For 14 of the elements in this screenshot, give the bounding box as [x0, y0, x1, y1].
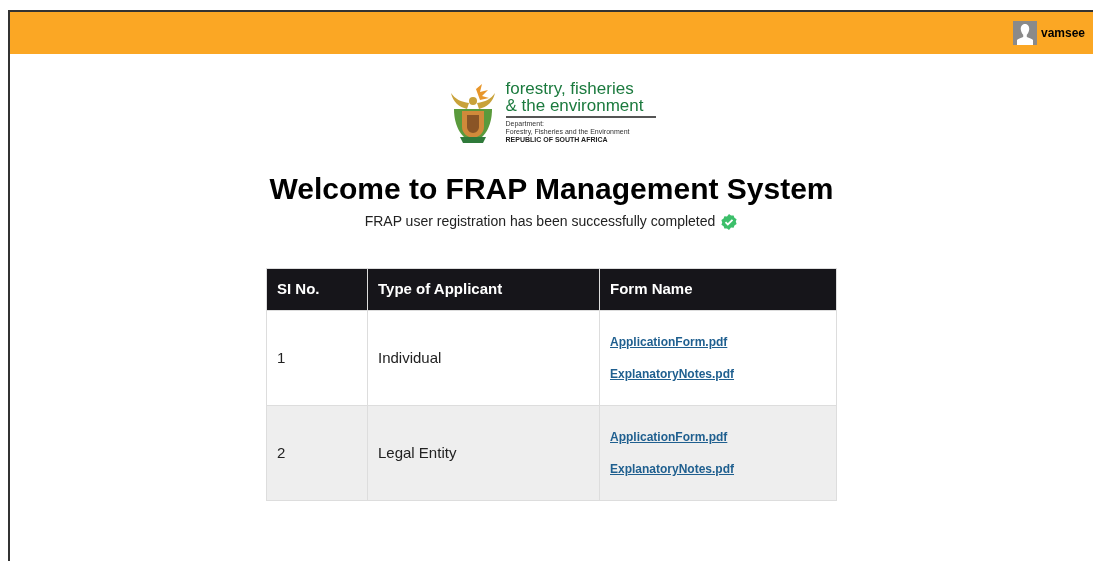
- logo-title: & the environment: [505, 97, 656, 118]
- page-heading: Welcome to FRAP Management System: [269, 171, 834, 207]
- verified-check-icon: [720, 212, 739, 231]
- success-message: FRAP user registration has been successfully completed: [364, 212, 716, 231]
- pdf-link[interactable]: ApplicationForm.pdf: [610, 428, 728, 446]
- pdf-link[interactable]: ApplicationForm.pdf: [610, 333, 728, 351]
- logo-title: forestry, fisheries: [505, 80, 635, 97]
- pdf-link[interactable]: ExplanatoryNotes.pdf: [610, 365, 735, 383]
- user-menu[interactable]: vamsee: [1012, 21, 1085, 45]
- table-cell: 2: [266, 405, 368, 501]
- pdf-link[interactable]: ExplanatoryNotes.pdf: [610, 460, 735, 478]
- avatar-icon: [1012, 21, 1037, 45]
- table-cell: Legal Entity: [367, 405, 600, 501]
- user-name: vamsee: [1040, 25, 1085, 42]
